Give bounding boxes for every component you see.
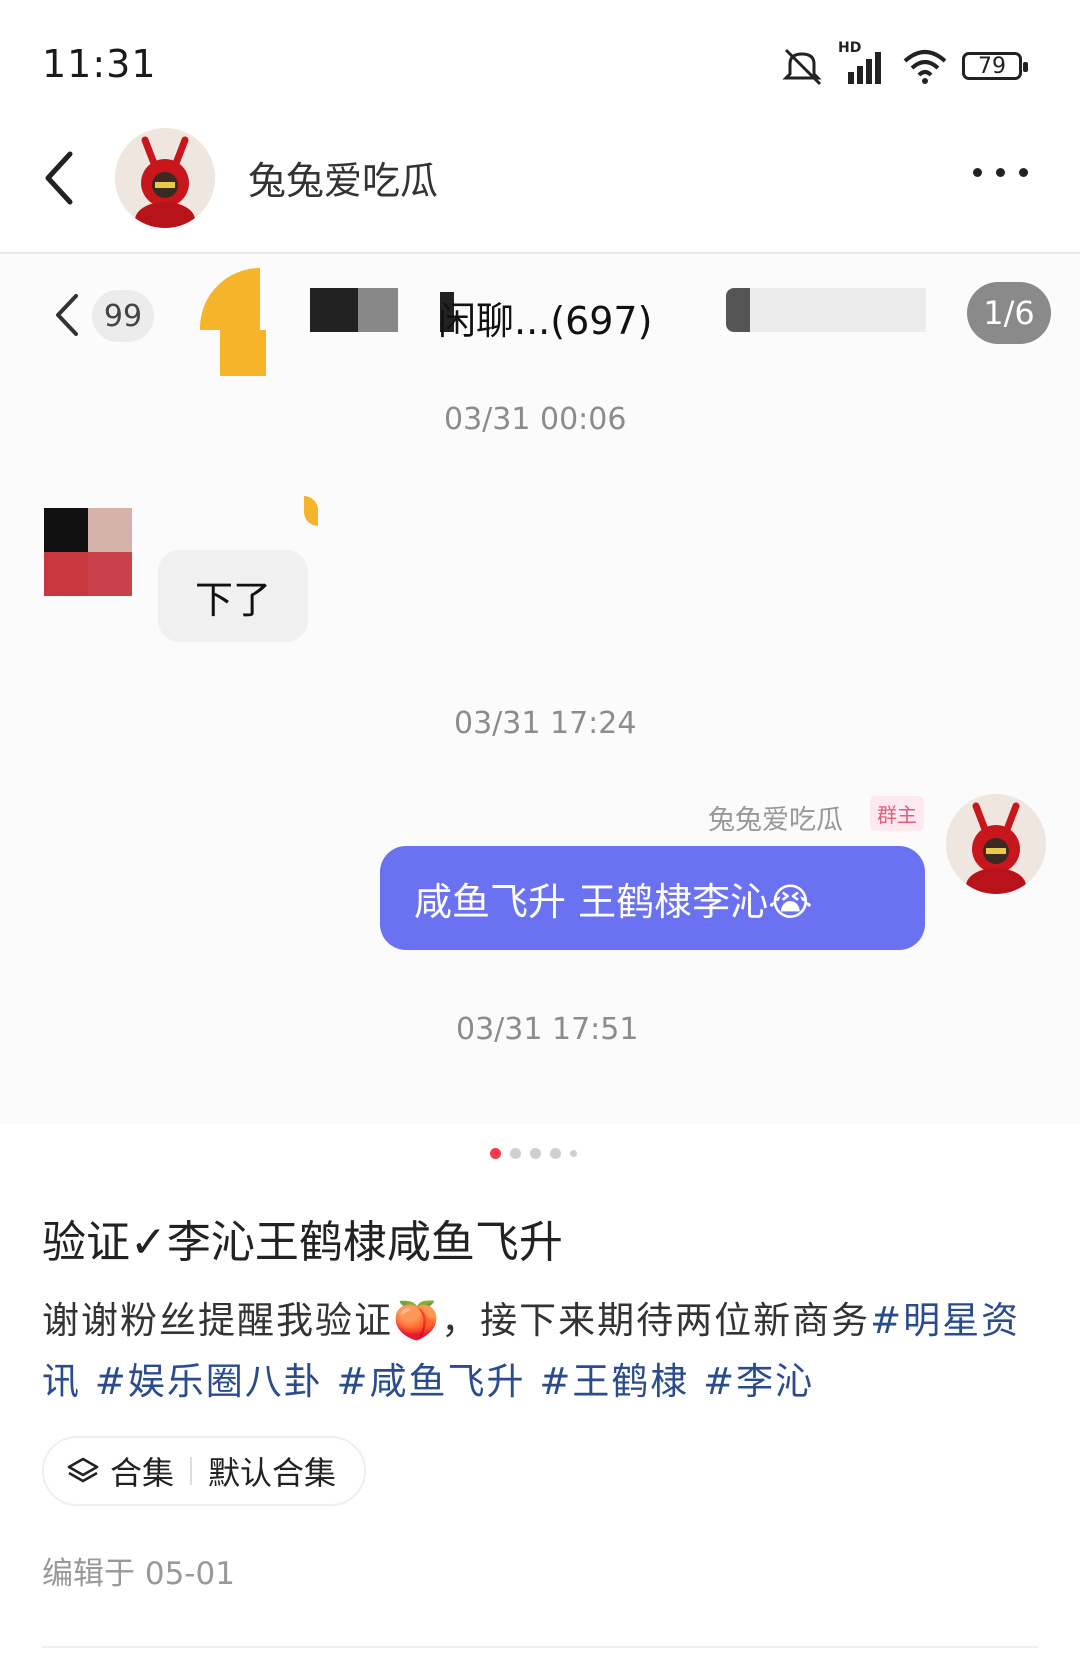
collection-chip[interactable]: 合集 默认合集 — [42, 1436, 366, 1506]
collection-label: 合集 — [110, 1454, 175, 1492]
signal-icon: HD — [838, 40, 888, 86]
hashtag[interactable]: #娱乐圈八卦 — [95, 1360, 323, 1403]
post-text: 谢谢粉丝提醒我验证🍑，接下来期待两位新商务 — [42, 1299, 871, 1342]
image-page-indicator: 1/6 — [967, 282, 1051, 344]
hashtag[interactable]: #王鹤棣 — [539, 1360, 689, 1403]
status-time: 11:31 — [42, 42, 157, 86]
message-bubble: 下了 — [158, 550, 308, 642]
owner-badge: 群主 — [870, 796, 924, 831]
sender-avatar-mosaic — [88, 552, 132, 596]
avatar[interactable] — [115, 128, 215, 228]
chat-timestamp: 03/31 00:06 — [444, 402, 627, 437]
mosaic-block — [358, 288, 398, 332]
mute-icon — [782, 48, 822, 86]
network-label: HD — [838, 40, 862, 56]
mosaic-block — [220, 330, 266, 376]
status-icons: HD 79 — [780, 40, 1028, 86]
chat-back-icon — [56, 294, 78, 336]
chat-timestamp: 03/31 17:51 — [456, 1012, 639, 1047]
separator — [190, 1457, 193, 1485]
sender-avatar-mosaic — [44, 552, 88, 596]
message-bubble-self: 咸鱼飞升 王鹤棣李沁😭 — [380, 846, 925, 950]
group-title: 闲聊...(697) — [438, 299, 653, 343]
post-title: 验证✓李沁王鹤棣咸鱼飞升 — [42, 1217, 563, 1268]
user-name[interactable]: 兔兔爱吃瓜 — [248, 150, 438, 205]
sender-name: 兔兔爱吃瓜 — [708, 805, 843, 836]
sender-avatar — [946, 794, 1046, 894]
edit-time: 编辑于 05-01 — [42, 1556, 235, 1592]
more-icon[interactable] — [973, 168, 1028, 177]
mosaic-block — [310, 288, 358, 332]
carousel-dot[interactable] — [550, 1148, 561, 1159]
carousel-dot[interactable] — [510, 1148, 521, 1159]
back-icon[interactable] — [40, 148, 80, 208]
battery-level: 79 — [978, 53, 1006, 79]
sender-avatar-mosaic — [44, 508, 88, 552]
carousel-dot[interactable] — [570, 1150, 577, 1157]
mosaic-block — [750, 288, 926, 332]
collection-name: 默认合集 — [208, 1454, 337, 1492]
mosaic-block — [726, 288, 750, 332]
divider — [42, 1646, 1038, 1648]
hashtag[interactable]: #咸鱼飞升 — [337, 1360, 526, 1403]
carousel-dot[interactable] — [490, 1148, 501, 1159]
battery-icon: 79 — [962, 52, 1028, 80]
hashtag[interactable]: #李沁 — [703, 1360, 814, 1403]
chat-screenshot — [0, 254, 1080, 1124]
unread-badge: 99 — [92, 290, 154, 342]
carousel-dots[interactable] — [490, 1148, 577, 1159]
layers-icon — [67, 1457, 99, 1483]
sender-avatar-mosaic — [88, 508, 132, 552]
carousel-dot[interactable] — [530, 1148, 541, 1159]
wifi-icon — [903, 50, 947, 84]
post-body: 谢谢粉丝提醒我验证🍑，接下来期待两位新商务#明星资讯 #娱乐圈八卦 #咸鱼飞升 … — [42, 1290, 1042, 1412]
chat-timestamp: 03/31 17:24 — [454, 706, 637, 741]
